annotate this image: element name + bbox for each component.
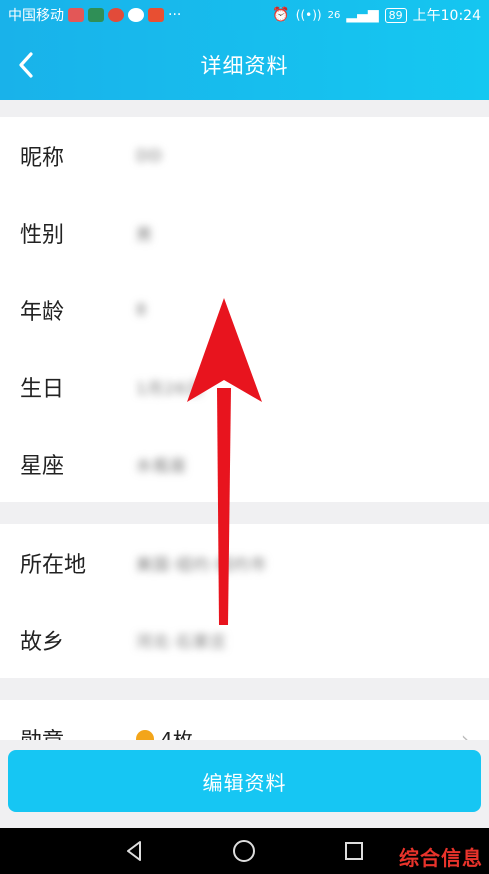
- circle-home-icon: [233, 840, 255, 862]
- medal-value-wrap: 4枚: [136, 724, 193, 740]
- location-value: 美国·纽约·纽约市: [136, 554, 268, 574]
- battery-indicator: 89: [384, 7, 407, 23]
- watermark-text: 综合信息: [399, 846, 483, 870]
- nav-back-button[interactable]: [119, 836, 149, 866]
- age-row: 年龄 8: [0, 271, 489, 348]
- gender-label: 性别: [20, 222, 65, 248]
- medal-label: 勋章: [20, 723, 136, 741]
- hometown-row: 故乡 河北·石家庄: [0, 601, 489, 678]
- clock: 上午10:24: [412, 8, 481, 24]
- zodiac-row: 星座 水瓶座: [0, 425, 489, 502]
- listen-icon: [148, 8, 164, 22]
- basic-info-section: 昵称 DD 性别 男 年龄 8 生日 1月26日 星座 水瓶座: [0, 117, 489, 502]
- status-bar: 中国移动 ··· ⏰ ((•)) 26 ▂▄▆ 89 上午10:24: [0, 0, 489, 30]
- nav-home-button[interactable]: [229, 836, 259, 866]
- zodiac-label: 星座: [20, 453, 65, 479]
- notification-icon: [68, 8, 84, 22]
- system-nav-bar: 综合信息: [0, 828, 489, 874]
- location-label: 所在地: [20, 552, 87, 578]
- edit-profile-button[interactable]: 编辑资料: [8, 750, 481, 812]
- square-recent-icon: [345, 842, 363, 860]
- medal-row[interactable]: 勋章 4枚 ›: [0, 700, 489, 740]
- medal-icon: [136, 729, 154, 740]
- chevron-left-icon: [19, 52, 33, 78]
- gender-value: 男: [136, 224, 154, 244]
- message-icon: [128, 8, 144, 22]
- birthday-label: 生日: [20, 376, 65, 402]
- age-value: 8: [136, 300, 148, 319]
- page-title: 详细资料: [200, 54, 289, 78]
- hometown-value: 河北·石家庄: [136, 631, 228, 651]
- wifi-icon: ((•)): [295, 8, 322, 22]
- network-label: 26: [327, 9, 341, 21]
- footer-bar: 编辑资料: [0, 740, 489, 828]
- zodiac-value: 水瓶座: [136, 455, 188, 475]
- chevron-right-icon: ›: [461, 726, 469, 741]
- medal-count: 4枚: [160, 728, 193, 740]
- age-label: 年龄: [20, 299, 65, 325]
- triangle-back-icon: [127, 841, 141, 861]
- more-icon: ···: [168, 7, 182, 23]
- weibo-icon: [108, 8, 124, 22]
- back-button[interactable]: [6, 45, 46, 85]
- nickname-label: 昵称: [20, 145, 65, 171]
- birthday-value: 1月26日: [136, 378, 204, 398]
- nickname-row: 昵称 DD: [0, 117, 489, 194]
- nav-recent-button[interactable]: [339, 836, 369, 866]
- alarm-icon: ⏰: [272, 7, 290, 23]
- location-row: 所在地 美国·纽约·纽约市: [0, 524, 489, 601]
- hometown-label: 故乡: [20, 629, 65, 655]
- medal-section: 勋章 4枚 ›: [0, 700, 489, 740]
- carrier-label: 中国移动: [8, 8, 64, 24]
- gender-row: 性别 男: [0, 194, 489, 271]
- profile-details: 昵称 DD 性别 男 年龄 8 生日 1月26日 星座 水瓶座 所在地 美国·纽…: [0, 100, 489, 740]
- card-icon: [88, 8, 104, 22]
- location-section: 所在地 美国·纽约·纽约市 故乡 河北·石家庄: [0, 524, 489, 678]
- nickname-value: DD: [136, 146, 163, 165]
- title-bar: 详细资料: [0, 30, 489, 100]
- birthday-row: 生日 1月26日: [0, 348, 489, 425]
- signal-icon: ▂▄▆: [346, 7, 379, 23]
